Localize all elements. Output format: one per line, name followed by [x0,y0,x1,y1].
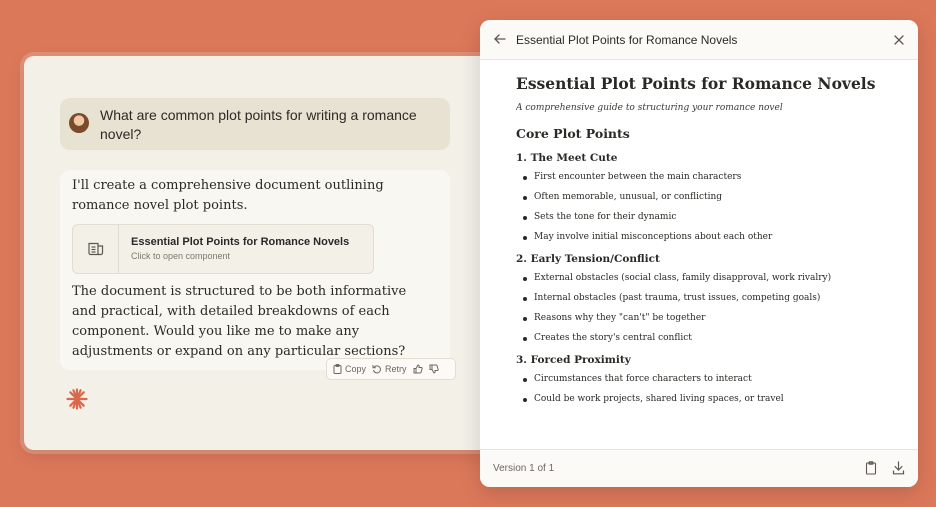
copy-label: Copy [345,364,367,374]
artifact-panel: Essential Plot Points for Romance Novels… [480,20,918,487]
list-item: Reasons why they "can't" be together [516,313,896,324]
list-item: Sets the tone for their dynamic [516,212,896,223]
list-item: Often memorable, unusual, or conflicting [516,192,896,203]
list-item: Circumstances that force characters to i… [516,374,896,385]
retry-icon [372,365,381,374]
copy-button[interactable]: Copy [333,364,366,374]
bullet-list: First encounter between the main charact… [516,172,896,243]
list-item: Creates the story's central conflict [516,333,896,344]
document-content: Essential Plot Points for Romance Novels… [516,74,896,454]
artifact-card[interactable]: Essential Plot Points for Romance Novels… [72,224,374,274]
document-icon [73,225,119,273]
thumbs-up-icon [413,364,423,374]
list-item: External obstacles (social class, family… [516,273,896,284]
copy-document-button[interactable] [865,461,877,480]
back-button[interactable] [493,32,507,51]
thumbs-up-button[interactable] [413,364,423,374]
retry-button[interactable]: Retry [372,364,407,374]
download-icon [892,461,905,475]
bullet-list: External obstacles (social class, family… [516,273,896,344]
claude-spark-icon [66,388,88,415]
download-button[interactable] [892,461,905,480]
user-message-text: What are common plot points for writing … [100,107,417,142]
version-label: Version 1 of 1 [493,463,555,474]
document-subtitle: A comprehensive guide to structuring you… [516,103,783,113]
subsection-heading: 2. Early Tension/Conflict [516,253,660,265]
user-avatar [69,113,89,133]
subsection-heading: 3. Forced Proximity [516,354,631,366]
list-item: Internal obstacles (past trauma, trust i… [516,293,896,304]
list-item: First encounter between the main charact… [516,172,896,183]
chat-window: What are common plot points for writing … [24,56,534,450]
close-button[interactable] [893,33,905,51]
thumbs-down-button[interactable] [429,364,439,374]
user-message: What are common plot points for writing … [60,98,450,150]
subsection-heading: 1. The Meet Cute [516,152,618,164]
document-title: Essential Plot Points for Romance Novels [516,74,876,93]
retry-label: Retry [385,364,407,374]
assistant-message: I'll create a comprehensive document out… [60,170,450,370]
panel-title: Essential Plot Points for Romance Novels [516,33,738,47]
thumbs-down-icon [429,364,439,374]
close-icon [894,35,904,45]
panel-footer: Version 1 of 1 [480,449,918,487]
section-heading: Core Plot Points [516,126,630,141]
artifact-subtitle: Click to open component [131,251,231,261]
assistant-intro-text: I'll create a comprehensive document out… [72,178,384,213]
message-action-bar: Copy Retry [326,358,456,380]
clipboard-icon [865,461,877,475]
bullet-list: Circumstances that force characters to i… [516,374,896,405]
artifact-title: Essential Plot Points for Romance Novels [131,236,350,248]
panel-header: Essential Plot Points for Romance Novels [480,20,918,60]
assistant-body-text: The document is structured to be both in… [72,284,407,359]
list-item: Could be work projects, shared living sp… [516,394,896,405]
list-item: May involve initial misconceptions about… [516,232,896,243]
clipboard-icon [333,364,342,374]
arrow-left-icon [494,34,506,44]
